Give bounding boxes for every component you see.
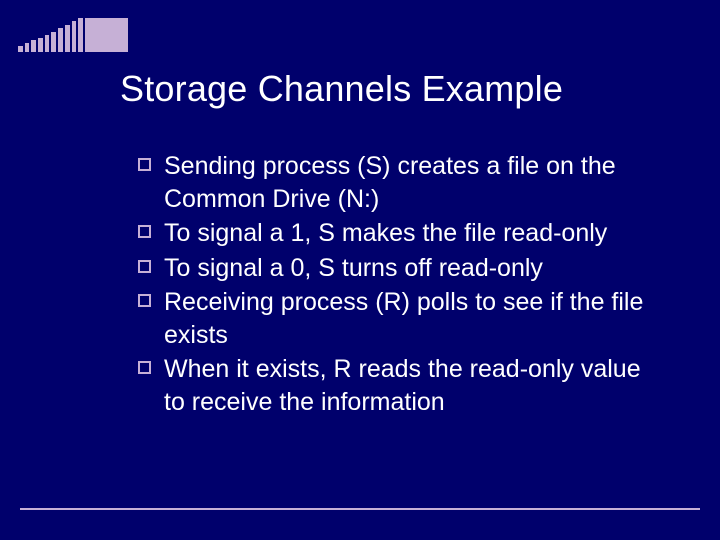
list-item: To signal a 0, S turns off read-only: [138, 252, 660, 285]
list-item: Receiving process (R) polls to see if th…: [138, 286, 660, 351]
list-item: When it exists, R reads the read-only va…: [138, 353, 660, 418]
decoration-block: [85, 18, 128, 52]
slide-title: Storage Channels Example: [120, 68, 660, 110]
list-item: Sending process (S) creates a file on th…: [138, 150, 660, 215]
list-item: To signal a 1, S makes the file read-onl…: [138, 217, 660, 250]
slide-content: Storage Channels Example Sending process…: [120, 68, 660, 420]
decoration-bars: [18, 18, 83, 52]
bullet-list: Sending process (S) creates a file on th…: [120, 150, 660, 418]
footer-divider: [20, 508, 700, 510]
slide-decoration: [18, 18, 128, 52]
